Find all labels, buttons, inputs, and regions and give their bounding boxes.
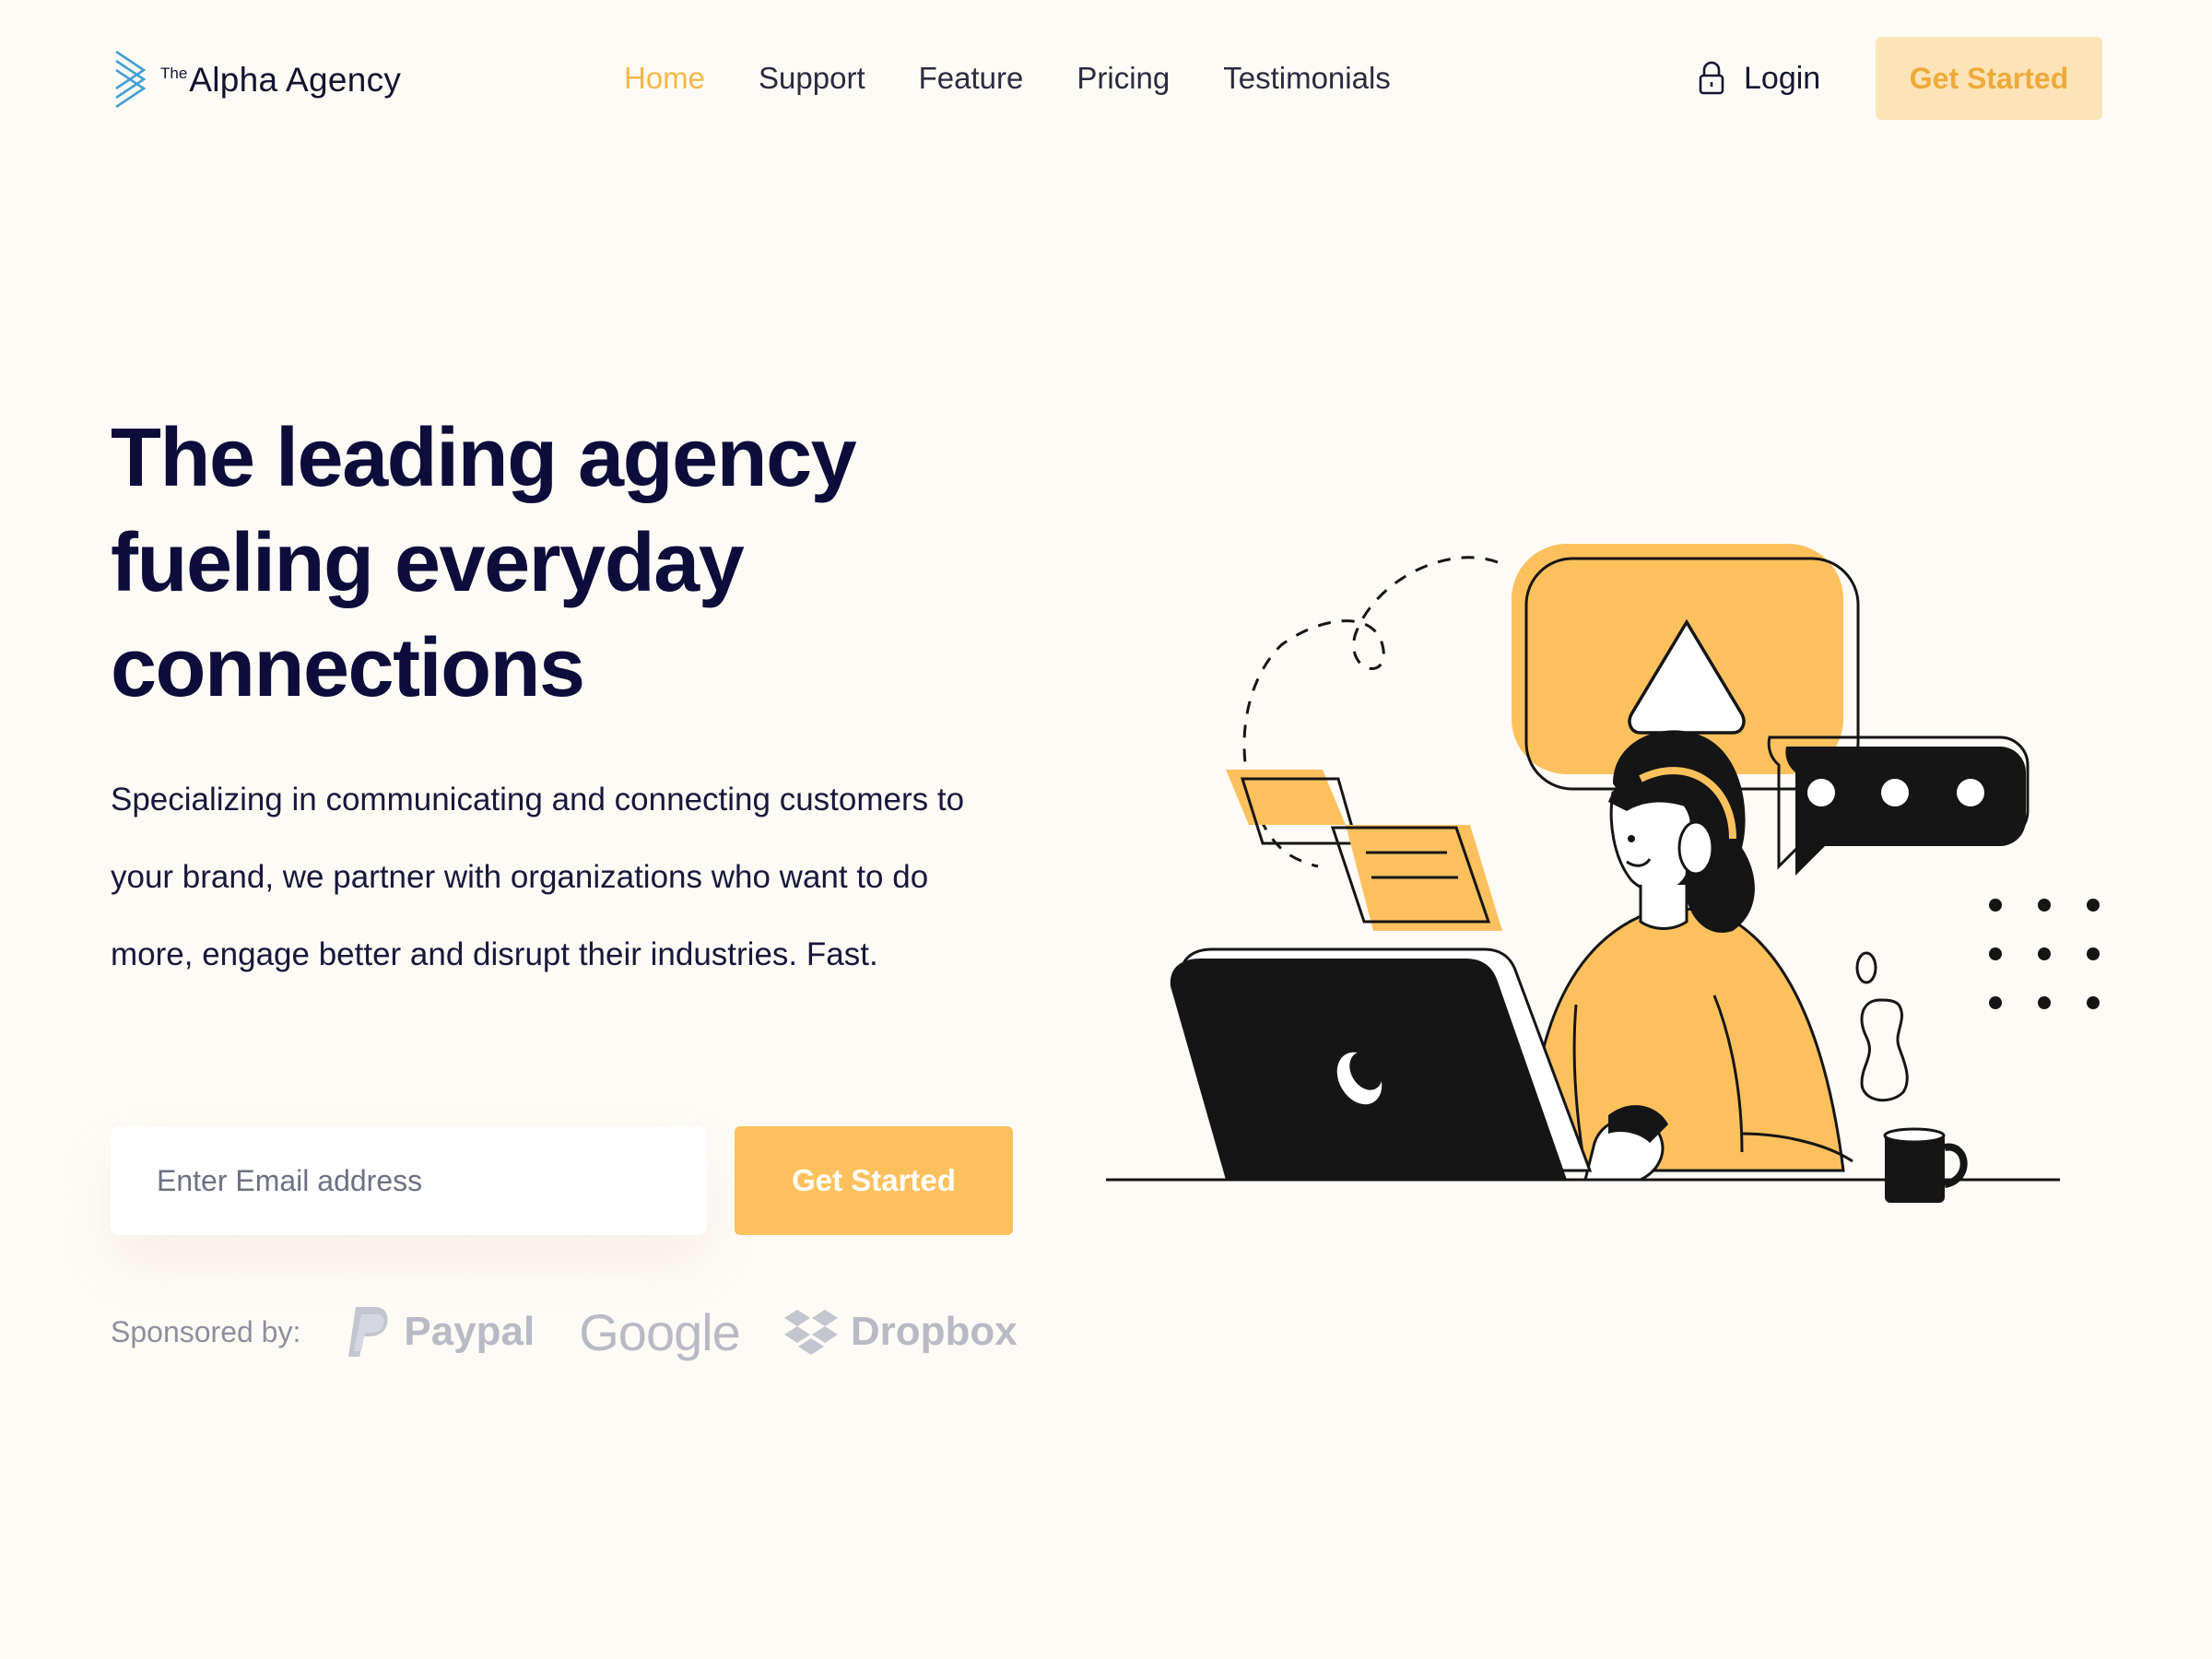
sponsor-paypal: Paypal <box>347 1305 535 1359</box>
nav-item-home[interactable]: Home <box>624 57 705 100</box>
sponsor-paypal-name: Paypal <box>404 1309 535 1354</box>
sponsors-row: Sponsored by: Paypal Google Dropbox <box>111 1300 1062 1364</box>
sponsors-label: Sponsored by: <box>111 1314 301 1348</box>
sponsor-google-name: Google <box>579 1302 741 1361</box>
login-label: Login <box>1744 61 1821 96</box>
hero-title-line-2: fueling everyday <box>111 517 745 609</box>
sponsor-dropbox-name: Dropbox <box>850 1309 1018 1354</box>
hero-title-line-1: The leading agency <box>111 412 857 504</box>
nav-item-pricing[interactable]: Pricing <box>1077 57 1170 100</box>
hero-title: The leading agency fueling everyday conn… <box>111 406 995 721</box>
email-input[interactable] <box>111 1126 707 1235</box>
dropbox-logo-icon <box>783 1310 838 1355</box>
decorative-dot-grid <box>1989 899 2100 1009</box>
hero-description: Specializing in communicating and connec… <box>111 782 965 972</box>
nav-get-started-button[interactable]: Get Started <box>1876 37 2102 120</box>
laptop-icon <box>1170 947 1593 1180</box>
brand-logo[interactable]: The Alpha Agency <box>112 48 401 109</box>
sponsor-dropbox: Dropbox <box>783 1308 1018 1356</box>
login-link[interactable]: Login <box>1698 57 1820 100</box>
lock-icon <box>1699 61 1724 95</box>
nav-item-feature[interactable]: Feature <box>919 57 1024 100</box>
brand-prefix: The <box>160 65 188 82</box>
main-nav: Home Support Feature Pricing Testimonial… <box>624 57 1444 100</box>
chat-bubble-icon <box>1767 735 2030 876</box>
brand-name: Alpha Agency <box>189 61 402 99</box>
hero-illustration-svg <box>1106 544 2100 1203</box>
stacked-chevron-logo-icon <box>115 50 147 109</box>
nav-item-testimonials[interactable]: Testimonials <box>1223 57 1391 100</box>
sponsor-google: Google <box>579 1302 741 1362</box>
navbar: The Alpha Agency Home Support Feature Pr… <box>0 0 2212 157</box>
woman-with-headset-at-laptop-illustration <box>1097 544 2120 1244</box>
hero-title-line-3: connections <box>111 622 585 714</box>
paypal-logo-icon <box>348 1307 388 1357</box>
hero-get-started-button[interactable]: Get Started <box>735 1126 1013 1235</box>
email-field-wrapper <box>111 1126 707 1235</box>
nav-item-support[interactable]: Support <box>759 57 865 100</box>
landing-page: The Alpha Agency Home Support Feature Pr… <box>0 0 2212 1659</box>
coffee-mug-icon <box>1855 951 1968 1203</box>
document-cards <box>1226 770 1502 931</box>
